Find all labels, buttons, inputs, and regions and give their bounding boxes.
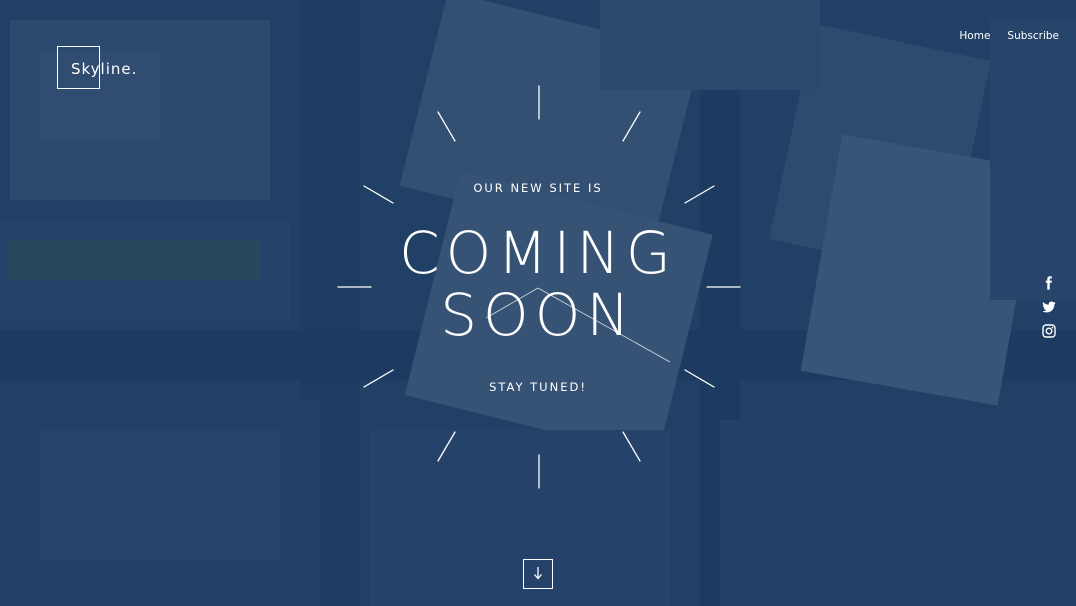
scroll-down-button[interactable] bbox=[523, 559, 553, 589]
headline-line-soon: SOON bbox=[440, 281, 636, 349]
hero-tagline: STAY TUNED! bbox=[489, 380, 587, 394]
hero-kicker: OUR NEW SITE IS bbox=[473, 181, 603, 195]
headline-line-coming: COMING bbox=[399, 219, 677, 287]
arrow-down-icon bbox=[533, 565, 543, 584]
hero-headline: COMING SOON bbox=[338, 222, 738, 346]
